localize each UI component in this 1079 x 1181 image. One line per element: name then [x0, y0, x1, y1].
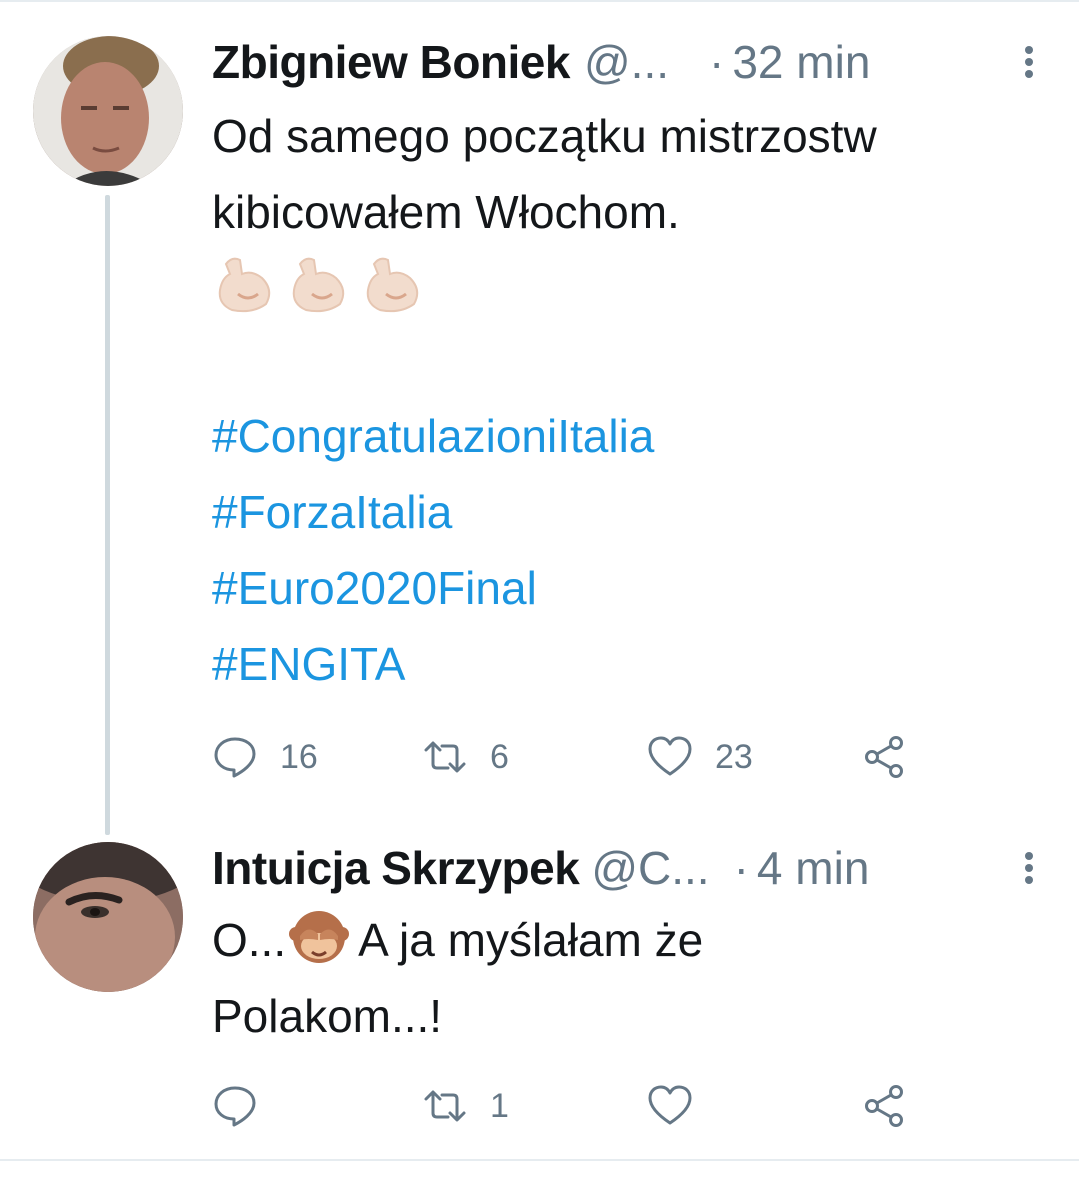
thread-line — [105, 195, 110, 835]
reply-button[interactable]: 16 — [212, 727, 318, 787]
bottom-divider — [0, 1159, 1079, 1161]
like-button[interactable]: 23 — [647, 727, 753, 787]
reply-button[interactable] — [212, 1076, 280, 1136]
like-button[interactable] — [647, 1076, 715, 1136]
tweet-text-line: Polakom...! — [212, 990, 443, 1042]
tweet-text-line: kibicowałem Włochom. — [212, 186, 680, 238]
user-handle[interactable]: @... — [584, 35, 669, 89]
retweet-icon — [424, 1090, 466, 1122]
retweet-button[interactable]: 6 — [422, 727, 509, 787]
share-button[interactable] — [862, 727, 908, 787]
tweet-text-line: Od samego początku mistrzostw — [212, 110, 877, 162]
hashtag-list: #CongratulazioniItalia #ForzaItalia #Eur… — [212, 398, 654, 702]
share-icon — [865, 1085, 903, 1127]
hashtag-link[interactable]: #CongratulazioniItalia — [212, 398, 654, 474]
hashtag-link[interactable]: #ForzaItalia — [212, 474, 654, 550]
share-button[interactable] — [862, 1076, 908, 1136]
display-name[interactable]: Zbigniew Boniek — [212, 35, 570, 89]
tweet-text-fragment: O... — [212, 914, 287, 966]
more-options-icon[interactable] — [1019, 848, 1039, 888]
flexed-biceps-icon — [292, 257, 345, 313]
tweet-header: Zbigniew Boniek @... · 32 min — [212, 32, 1039, 92]
heart-icon — [648, 1085, 692, 1125]
more-options-icon[interactable] — [1019, 42, 1039, 82]
retweet-count: 6 — [490, 737, 509, 776]
tweet-text: Od samego początku mistrzostw kibicowałe… — [212, 98, 1062, 250]
flexed-biceps-icon — [218, 257, 271, 313]
retweet-button[interactable]: 1 — [422, 1076, 509, 1136]
heart-icon — [648, 736, 692, 776]
tweet-header: Intuicja Skrzypek @C... · 4 min — [212, 838, 1039, 898]
hashtag-link[interactable]: #ENGITA — [212, 626, 654, 702]
tweet-actions: 16 6 23 — [212, 727, 912, 787]
reply-icon — [214, 737, 256, 778]
tweet-text: O... A ja myślałam że Polakom...! — [212, 902, 1062, 1054]
flexed-biceps-icon — [366, 257, 419, 313]
see-no-evil-monkey-icon — [289, 911, 350, 963]
hashtag-link[interactable]: #Euro2020Final — [212, 550, 654, 626]
reply-count: 16 — [280, 737, 318, 776]
separator-dot: · — [733, 842, 749, 894]
avatar-photo — [33, 36, 183, 186]
reply-icon — [214, 1086, 256, 1127]
emoji-row — [212, 250, 428, 318]
tweet[interactable]: Intuicja Skrzypek @C... · 4 min O... A j… — [0, 830, 1079, 1160]
separator-dot: · — [709, 36, 725, 88]
avatar[interactable] — [33, 36, 183, 186]
tweet-text-fragment: A ja myślałam że — [358, 914, 704, 966]
avatar[interactable] — [33, 842, 183, 992]
avatar-photo — [33, 842, 183, 992]
display-name[interactable]: Intuicja Skrzypek — [212, 841, 580, 895]
tweet-text-line: O... A ja myślałam że — [212, 902, 1062, 978]
like-count: 23 — [715, 737, 753, 776]
retweet-count: 1 — [490, 1086, 509, 1125]
user-handle[interactable]: @C... — [591, 841, 709, 895]
retweet-icon — [424, 741, 466, 773]
share-icon — [865, 736, 903, 778]
tweet[interactable]: Zbigniew Boniek @... · 32 min Od samego … — [0, 0, 1079, 835]
timestamp[interactable]: 32 min — [732, 35, 870, 89]
timestamp[interactable]: 4 min — [757, 841, 869, 895]
tweet-actions: 1 — [212, 1076, 912, 1136]
